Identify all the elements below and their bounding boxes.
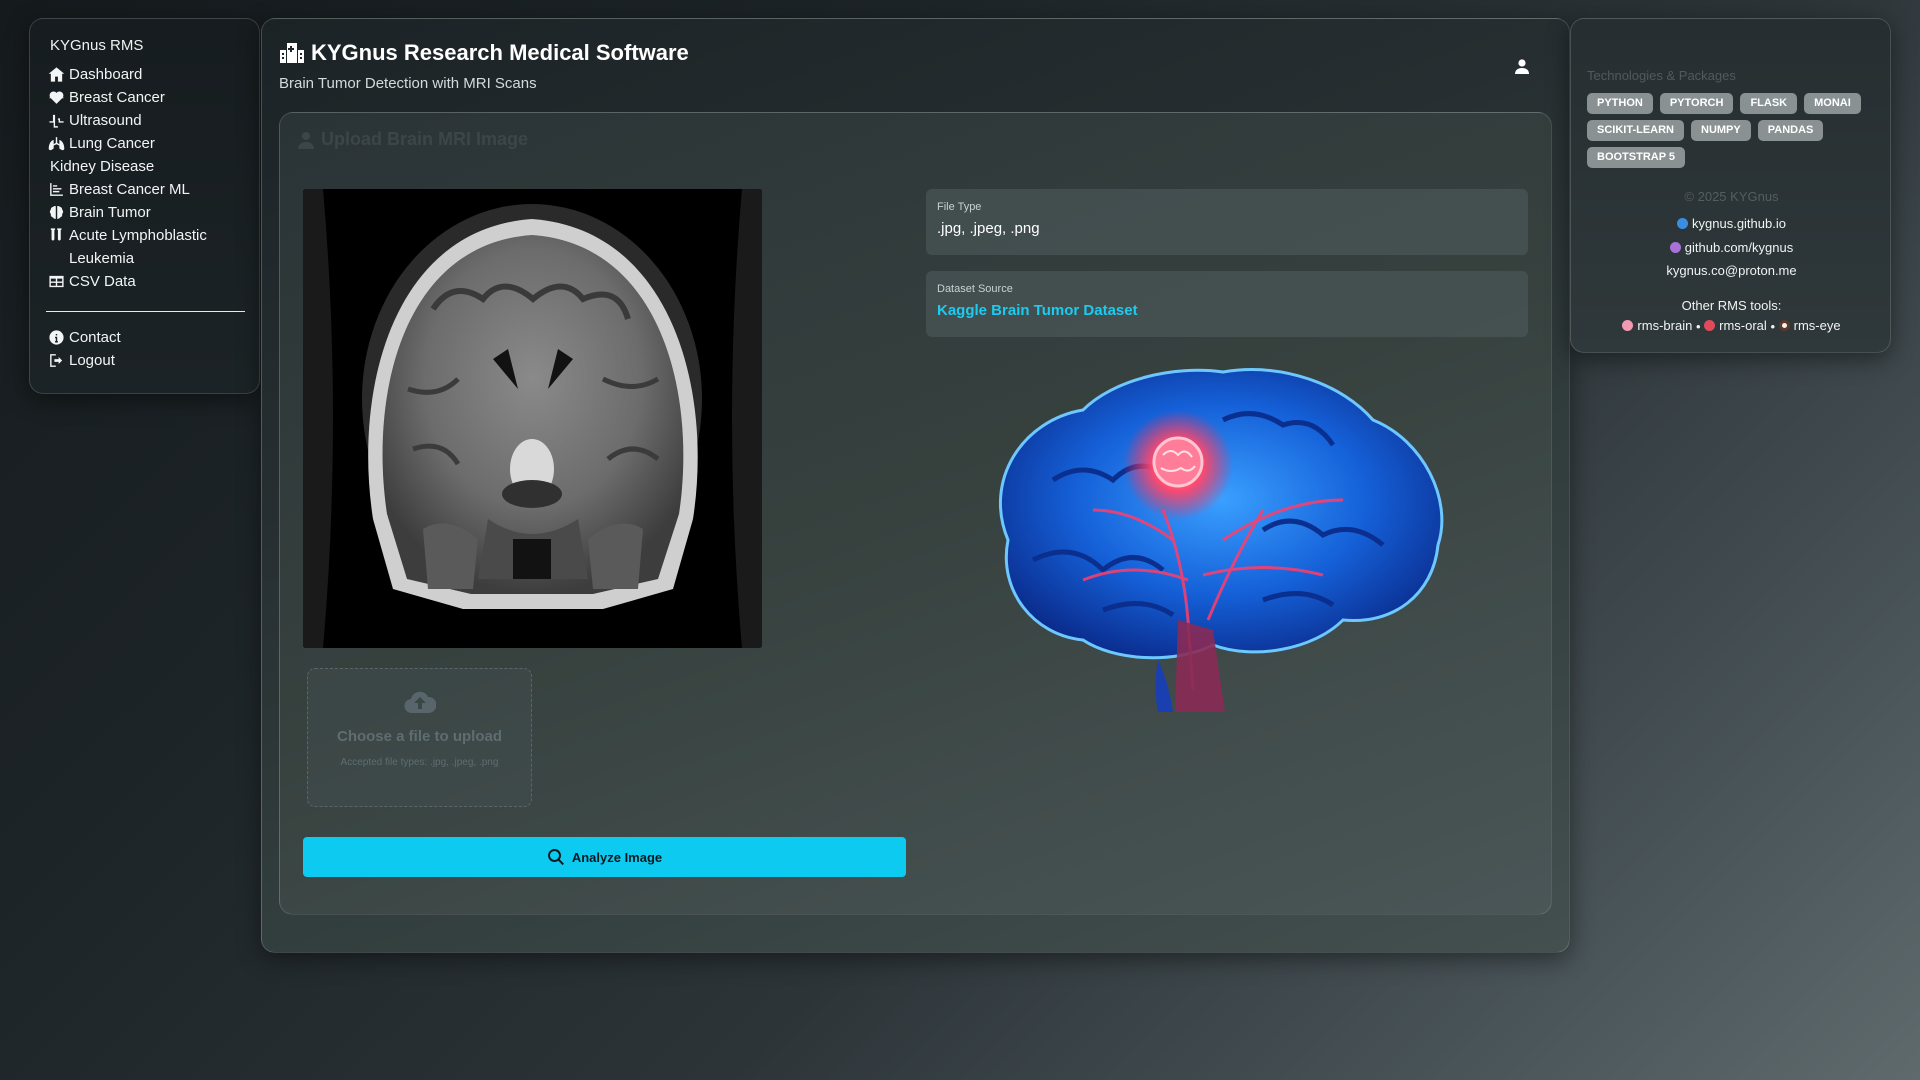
upload-card: Upload Brain MRI Image Choose a file to … — [279, 112, 1552, 915]
logout-icon — [46, 349, 66, 372]
sidebar-item-label: Ultrasound — [69, 112, 142, 129]
eye-emoji-icon — [1778, 320, 1790, 331]
separator: • — [1695, 319, 1701, 334]
dropzone-hint: Accepted file types: .jpg, .jpeg, .png — [340, 757, 499, 768]
rms-brain-text: rms-brain — [1637, 318, 1693, 333]
sidebar-item-ultrasound[interactable]: Ultrasound — [46, 109, 243, 132]
sidebar-item-label: Dashboard — [69, 66, 143, 83]
wave-icon — [46, 109, 66, 132]
tech-badge: FLASK — [1740, 93, 1798, 114]
vials-icon — [46, 224, 66, 247]
rms-eye-link[interactable]: rms-eye — [1778, 318, 1841, 333]
table-icon — [46, 270, 66, 293]
analyze-button-label: Analyze Image — [571, 849, 663, 865]
dropzone-title: Choose a file to upload — [336, 728, 502, 745]
sidebar-item-leukemia[interactable]: Acute Lymphoblastic Leukemia — [46, 224, 243, 270]
home-icon — [46, 63, 66, 86]
tech-heading: Technologies & Packages — [1587, 68, 1736, 83]
mri-preview-image — [303, 189, 762, 648]
page-title-text: KYGnus Research Medical Software — [311, 40, 689, 65]
sidebar-brand: KYGnus RMS — [50, 37, 144, 54]
github-link-text: github.com/kygnus — [1684, 240, 1794, 255]
separator: • — [1770, 319, 1775, 334]
card-title: Upload Brain MRI Image — [297, 129, 528, 150]
website-link-text: kygnus.github.io — [1692, 216, 1786, 231]
rms-oral-link[interactable]: rms-oral — [1704, 318, 1767, 333]
sidebar-item-label: CSV Data — [69, 273, 136, 290]
github-row: github.com/kygnus — [1571, 240, 1892, 256]
dataset-source-link[interactable]: Kaggle Brain Tumor Dataset — [937, 302, 1138, 319]
hospital-icon — [280, 43, 304, 63]
tech-badge: PYTORCH — [1659, 93, 1734, 114]
file-type-value: .jpg, .jpeg, .png — [937, 220, 1040, 237]
info-panel: Technologies & Packages PYTHON PYTORCH F… — [1570, 18, 1891, 353]
email-row: kygnus.co@proton.me — [1571, 263, 1892, 278]
github-link[interactable]: github.com/kygnus — [1669, 240, 1794, 255]
copyright-text: © 2025 KYGnus — [1684, 189, 1779, 204]
page-subtitle: Brain Tumor Detection with MRI Scans — [279, 75, 537, 92]
rms-oral-text: rms-oral — [1719, 318, 1767, 333]
dataset-source-label: Dataset Source — [937, 283, 1013, 295]
sidebar-item-label: Brain Tumor — [69, 204, 151, 221]
sidebar-item-label: Lung Cancer — [69, 135, 155, 152]
sidebar-item-contact[interactable]: Contact — [46, 326, 243, 349]
brain-icon — [46, 201, 66, 224]
lungs-icon — [46, 132, 66, 155]
rms-brain-link[interactable]: rms-brain — [1622, 318, 1692, 333]
sidebar-item-label: Contact — [69, 329, 121, 346]
sidebar-item-brain-tumor[interactable]: Brain Tumor — [46, 201, 243, 224]
sidebar-divider — [46, 311, 245, 312]
heart-pulse-icon — [46, 86, 66, 109]
tech-badge: PYTHON — [1587, 93, 1653, 114]
mouth-emoji-icon — [1704, 320, 1716, 331]
other-tools-label: Other RMS tools: — [1681, 298, 1782, 313]
sidebar-item-csv-data[interactable]: CSV Data — [46, 270, 243, 293]
octocat-icon — [1669, 242, 1681, 253]
website-row: kygnus.github.io — [1571, 216, 1892, 232]
sidebar-item-logout[interactable]: Logout — [46, 349, 243, 372]
sidebar-item-label: Breast Cancer — [69, 89, 165, 106]
globe-icon — [1677, 218, 1689, 229]
file-type-label: File Type — [937, 201, 982, 213]
brain-emoji-icon — [1622, 320, 1634, 331]
dataset-source-box: Dataset Source Kaggle Brain Tumor Datase… — [926, 271, 1528, 337]
info-icon — [46, 326, 66, 349]
tech-badge: MONAI — [1804, 93, 1861, 114]
file-dropzone[interactable]: Choose a file to upload Accepted file ty… — [307, 668, 532, 807]
sidebar-item-label: Breast Cancer ML — [69, 181, 190, 198]
other-tools-row: rms-brain • rms-oral • rms-eye — [1571, 318, 1892, 334]
website-link[interactable]: kygnus.github.io — [1677, 216, 1786, 231]
cloud-upload-icon — [403, 691, 437, 714]
search-icon — [547, 849, 564, 866]
sidebar-item-lung-cancer[interactable]: Lung Cancer — [46, 132, 243, 155]
card-title-text: Upload Brain MRI Image — [321, 129, 529, 149]
analyze-image-button[interactable]: Analyze Image — [303, 837, 906, 877]
tech-badge: BOOTSTRAP 5 — [1587, 147, 1686, 168]
tech-badges: PYTHON PYTORCH FLASK MONAI SCIKIT-LEARN … — [1587, 93, 1877, 168]
email-link[interactable]: kygnus.co@proton.me — [1666, 263, 1796, 278]
sidebar-item-breast-cancer-ml[interactable]: Breast Cancer ML — [46, 178, 243, 201]
brain-illustration — [963, 360, 1463, 712]
sidebar-item-label: Kidney Disease — [50, 158, 155, 175]
tech-badge: NUMPY — [1691, 120, 1751, 141]
file-type-box: File Type .jpg, .jpeg, .png — [926, 189, 1528, 255]
main-panel: KYGnus Research Medical Software Brain T… — [261, 18, 1570, 953]
user-menu-button[interactable] — [1510, 54, 1534, 78]
chart-icon — [46, 178, 66, 201]
rms-eye-text: rms-eye — [1793, 318, 1841, 333]
sidebar: KYGnus RMS Dashboard Breast Cancer Ultra… — [29, 18, 260, 394]
user-icon — [1515, 58, 1529, 74]
sidebar-item-label: Acute Lymphoblastic Leukemia — [69, 227, 207, 267]
page-title: KYGnus Research Medical Software — [279, 40, 689, 66]
tech-badge: SCIKIT-LEARN — [1587, 120, 1684, 141]
sidebar-item-kidney-disease[interactable]: Kidney Disease — [46, 155, 243, 178]
tech-badge: PANDAS — [1757, 120, 1824, 141]
sidebar-item-breast-cancer[interactable]: Breast Cancer — [46, 86, 243, 109]
user-doctor-icon — [298, 131, 314, 149]
sidebar-item-dashboard[interactable]: Dashboard — [46, 63, 243, 86]
sidebar-item-label: Logout — [69, 352, 115, 369]
